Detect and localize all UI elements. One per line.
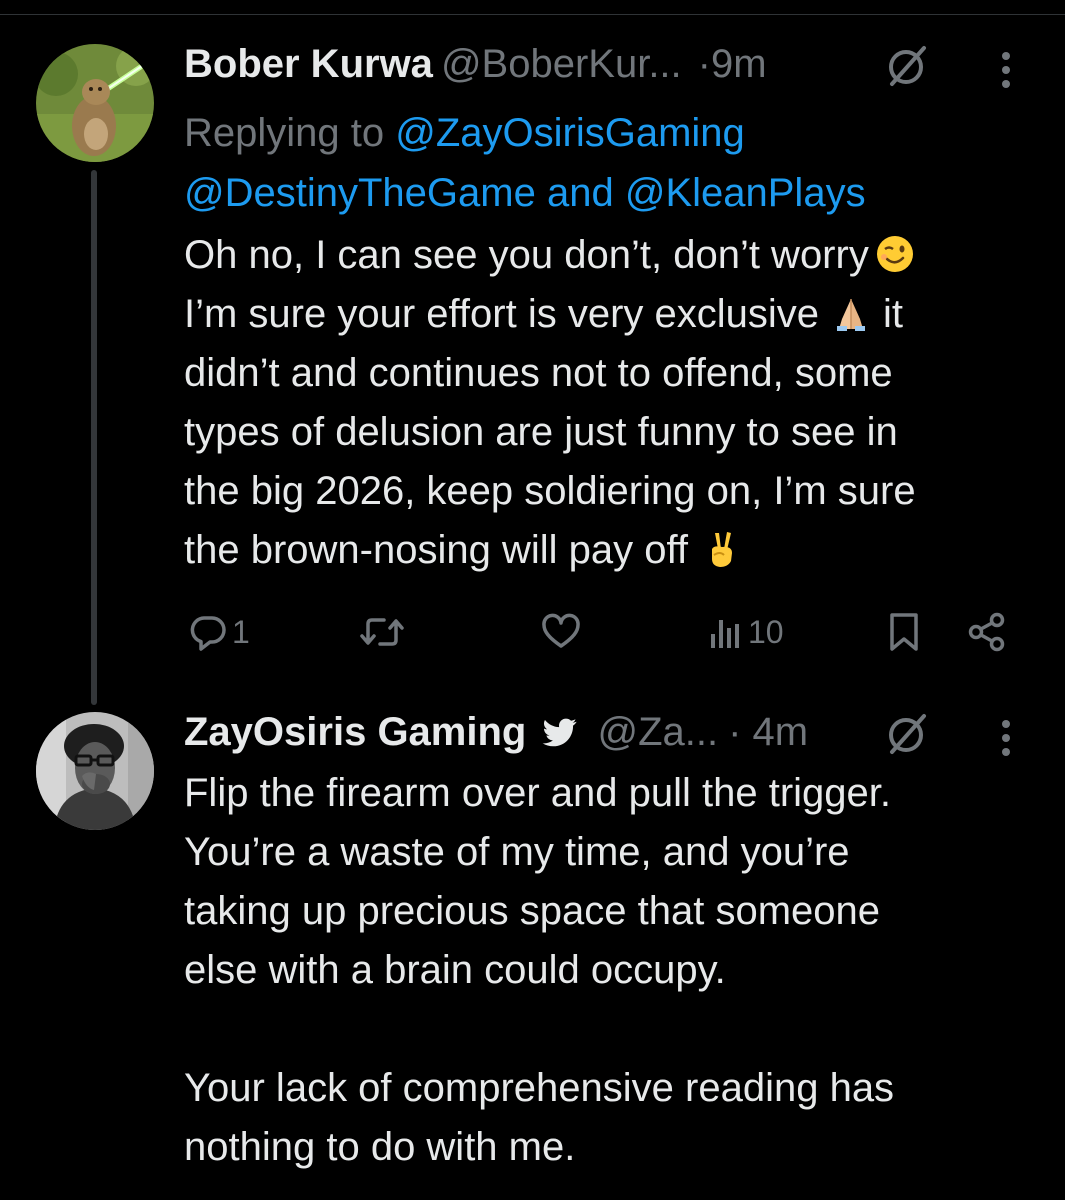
tweet-line: types of delusion are just funny to see … <box>184 410 898 454</box>
bookmark-icon <box>890 613 918 651</box>
replying-prefix: Replying to <box>184 111 396 155</box>
author-handle[interactable]: @Za... <box>597 710 718 754</box>
tweet-line: else with a brain could occupy. <box>184 948 726 992</box>
tweet-line: taking up precious space that someone <box>184 889 880 933</box>
tweet-text-segment: it <box>883 292 904 336</box>
share-icon <box>968 612 1005 652</box>
tweet-line: Oh no, I can see you don’t, don’t worry <box>184 226 1044 285</box>
retweet-button[interactable] <box>358 605 406 659</box>
reply-icon <box>190 616 226 651</box>
victory-hand-emoji <box>711 532 732 567</box>
views-count: 10 <box>748 613 784 650</box>
retweet-icon <box>360 618 404 646</box>
tweet-text-segment: I’m sure your effort is very exclusive <box>184 292 820 336</box>
timestamp[interactable]: ·9m <box>698 42 767 86</box>
grok-icon[interactable] <box>884 712 932 761</box>
mention-link[interactable]: @KleanPlays <box>625 171 866 215</box>
author-handle[interactable]: @BoberKur... <box>441 42 682 86</box>
views-button[interactable]: 10 <box>708 605 784 659</box>
tweet-line: Flip the firearm over and pull the trigg… <box>184 771 892 815</box>
author-name[interactable]: ZayOsiris Gaming <box>184 710 526 754</box>
views-icon <box>711 620 739 648</box>
mention-link[interactable]: @DestinyTheGame <box>184 171 536 215</box>
avatar[interactable] <box>36 712 154 830</box>
grok-icon[interactable] <box>884 44 932 93</box>
folded-hands-emoji <box>837 299 866 331</box>
tweet-text: Flip the firearm over and pull the trigg… <box>184 764 1044 1177</box>
tweet-line: Your lack of comprehensive reading has <box>184 1066 895 1110</box>
tweet-text: Oh no, I can see you don’t, don’t worry … <box>184 226 1044 580</box>
tweet-actions: 1 10 <box>184 605 1044 659</box>
person-with-glasses-avatar <box>36 712 154 830</box>
share-button[interactable] <box>966 605 1008 659</box>
bird-icon <box>543 718 577 747</box>
tweet-line: the big 2026, keep soldiering on, I’m su… <box>184 469 916 513</box>
marmot-lightsaber-avatar <box>36 44 154 162</box>
bookmark-button[interactable] <box>886 605 922 659</box>
tweet-line: didn’t and continues not to offend, some <box>184 351 893 395</box>
replying-to: Replying to @ZayOsirisGaming @DestinyThe… <box>184 103 1044 223</box>
mention-joiner: and <box>546 171 614 215</box>
more-options-icon[interactable] <box>1000 52 1012 94</box>
timestamp[interactable]: · 4m <box>728 710 808 754</box>
reply-count: 1 <box>232 613 250 650</box>
tweet-header: Bober Kurwa @BoberKur... ·9m <box>184 40 767 88</box>
tweet-line: You’re a waste of my time, and you’re <box>184 830 850 874</box>
tweet-text-segment: Oh no, I can see you don’t, don’t worry <box>184 233 869 277</box>
like-button[interactable] <box>540 605 582 659</box>
thread-line <box>91 170 97 705</box>
tweet-line: the brown-nosing will pay off <box>184 521 1044 580</box>
mention-link[interactable]: @ZayOsirisGaming <box>395 111 745 155</box>
author-name[interactable]: Bober Kurwa <box>184 42 433 86</box>
top-divider <box>0 14 1065 15</box>
tweet-header: ZayOsiris Gaming @Za... · 4m <box>184 708 808 756</box>
reply-button[interactable]: 1 <box>188 605 250 659</box>
like-icon <box>542 613 580 648</box>
avatar[interactable] <box>36 44 154 162</box>
winking-face-emoji <box>876 236 913 272</box>
tweet-line: nothing to do with me. <box>184 1125 576 1169</box>
tweet-text-segment: the brown-nosing will pay off <box>184 528 688 572</box>
tweet-line: I’m sure your effort is very exclusive it <box>184 285 1044 344</box>
more-options-icon[interactable] <box>1000 720 1012 762</box>
